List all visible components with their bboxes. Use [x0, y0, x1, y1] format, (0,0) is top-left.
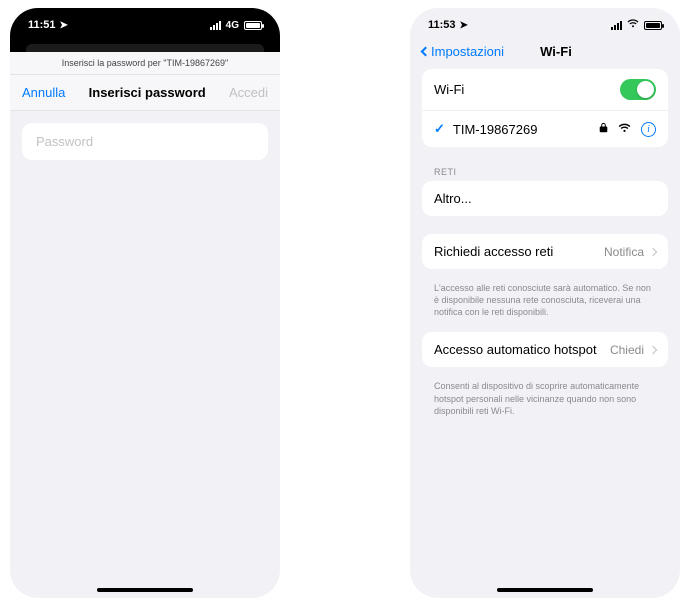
modal-subtitle: Inserisci la password per "TIM-19867269"	[10, 52, 280, 75]
wifi-label: Wi-Fi	[434, 82, 464, 97]
home-indicator[interactable]	[97, 588, 193, 592]
other-network-row[interactable]: Altro...	[422, 181, 668, 216]
status-bar: 11:53 ➤	[410, 8, 680, 38]
other-networks-group: Altro...	[422, 181, 668, 216]
connected-network-row[interactable]: ✓ TIM-19867269 i	[422, 110, 668, 147]
page-title: Wi-Fi	[444, 44, 668, 59]
ask-join-group: Richiedi accesso reti Notifica	[422, 234, 668, 269]
wifi-switch[interactable]	[620, 79, 656, 100]
ask-footer: L'accesso alle reti conosciute sarà auto…	[410, 277, 680, 332]
battery-icon	[644, 21, 662, 30]
phone-left: 11:51 ➤ 4G Inserisci la password per "TI…	[10, 8, 280, 598]
chevron-right-icon	[649, 346, 657, 354]
status-bar: 11:51 ➤ 4G	[10, 8, 280, 38]
lock-icon	[599, 122, 608, 136]
home-indicator[interactable]	[497, 588, 593, 592]
chevron-left-icon	[421, 47, 431, 57]
sheet-background	[10, 38, 280, 52]
password-input[interactable]: Password	[22, 123, 268, 160]
nav-bar: Impostazioni Wi-Fi	[410, 38, 680, 69]
ask-join-row[interactable]: Richiedi accesso reti Notifica	[422, 234, 668, 269]
check-icon: ✓	[434, 121, 445, 137]
password-placeholder: Password	[36, 134, 93, 149]
cancel-button[interactable]: Annulla	[22, 85, 65, 100]
hotspot-row[interactable]: Accesso automatico hotspot Chiedi	[422, 332, 668, 367]
status-time: 11:51	[28, 19, 56, 31]
wifi-group: Wi-Fi ✓ TIM-19867269 i	[422, 69, 668, 147]
wifi-toggle-row[interactable]: Wi-Fi	[422, 69, 668, 110]
network-label: 4G	[226, 20, 239, 31]
wifi-icon	[618, 123, 631, 136]
hotspot-value: Chiedi	[610, 343, 644, 357]
ask-label: Richiedi accesso reti	[434, 244, 553, 259]
phone-right: 11:53 ➤ Impostazioni Wi-Fi Wi-Fi ✓ TIM-1…	[410, 8, 680, 598]
battery-icon	[244, 21, 262, 30]
other-label: Altro...	[434, 191, 472, 206]
ask-value: Notifica	[604, 245, 644, 259]
location-icon: ➤	[60, 20, 68, 31]
chevron-right-icon	[649, 247, 657, 255]
network-name: TIM-19867269	[453, 122, 538, 137]
location-icon: ➤	[460, 20, 468, 31]
hotspot-group: Accesso automatico hotspot Chiedi	[422, 332, 668, 367]
wifi-status-icon	[627, 19, 639, 31]
signal-icon	[611, 21, 622, 30]
hotspot-label: Accesso automatico hotspot	[434, 342, 597, 357]
modal-nav: Annulla Inserisci password Accedi	[10, 75, 280, 111]
signal-icon	[210, 21, 221, 30]
info-icon[interactable]: i	[641, 122, 656, 137]
join-button[interactable]: Accedi	[229, 85, 268, 100]
hotspot-footer: Consenti al dispositivo di scoprire auto…	[410, 375, 680, 430]
modal-title: Inserisci password	[89, 85, 206, 100]
networks-header: RETI	[410, 155, 680, 181]
status-time: 11:53	[428, 19, 456, 31]
